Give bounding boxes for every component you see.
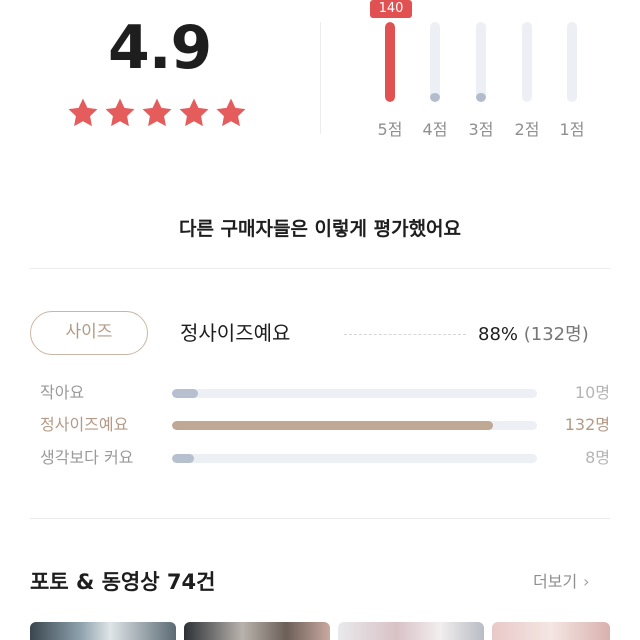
histogram-bar (430, 93, 440, 102)
dotted-leader (344, 334, 466, 335)
size-row-bar (172, 454, 537, 463)
divider (30, 268, 610, 269)
more-link[interactable]: 더보기 › (533, 568, 590, 592)
photo-thumbnail[interactable] (30, 622, 176, 640)
top-score-count-badge: 140 (370, 0, 412, 18)
histogram-label: 1점 (559, 120, 585, 139)
photo-video-title: 포토 & 동영상 74건 (30, 570, 216, 594)
vertical-divider (320, 22, 321, 134)
photo-thumbnail[interactable] (184, 622, 330, 640)
review-summary-heading: 다른 구매자들은 이렇게 평가했어요 (178, 218, 462, 240)
size-top-percent-value: 88% (478, 324, 519, 345)
histogram-bar (476, 93, 486, 102)
star-icon (140, 96, 174, 130)
size-top-percent: 88% (132명) (478, 320, 589, 346)
size-row: 정사이즈예요 132명 (40, 412, 610, 438)
size-top-answer: 정사이즈예요 (180, 321, 291, 345)
size-row: 작아요 10명 (40, 380, 610, 406)
divider (30, 518, 610, 519)
histogram-track (476, 22, 486, 102)
size-row-bar-fill (172, 389, 198, 398)
average-rating: 4.9 (108, 13, 212, 83)
size-row-bar (172, 421, 537, 430)
histogram-track (385, 22, 395, 102)
size-row-bar (172, 389, 537, 398)
histogram-bar (385, 22, 395, 102)
size-filter-pill[interactable]: 사이즈 (30, 311, 148, 355)
photo-thumbnail[interactable] (492, 622, 610, 640)
histogram-track (567, 22, 577, 102)
size-row: 생각보다 커요 8명 (40, 445, 610, 471)
more-label: 더보기 (533, 572, 578, 591)
star-icon (177, 96, 211, 130)
star-icon (66, 96, 100, 130)
size-row-count: 132명 (564, 415, 610, 434)
photo-thumbnail[interactable] (338, 622, 484, 640)
size-row-bar-fill (172, 454, 194, 463)
histogram-track (430, 22, 440, 102)
size-row-label: 생각보다 커요 (40, 448, 134, 467)
chevron-right-icon: › (583, 572, 590, 591)
size-row-count: 8명 (585, 448, 610, 467)
star-rating (66, 96, 248, 130)
size-row-label: 작아요 (40, 383, 85, 402)
size-row-bar-fill (172, 421, 494, 430)
star-icon (103, 96, 137, 130)
star-icon (214, 96, 248, 130)
histogram-track (522, 22, 532, 102)
size-row-label: 정사이즈예요 (40, 415, 129, 434)
size-top-count: (132명) (523, 324, 589, 345)
size-row-count: 10명 (574, 383, 610, 402)
